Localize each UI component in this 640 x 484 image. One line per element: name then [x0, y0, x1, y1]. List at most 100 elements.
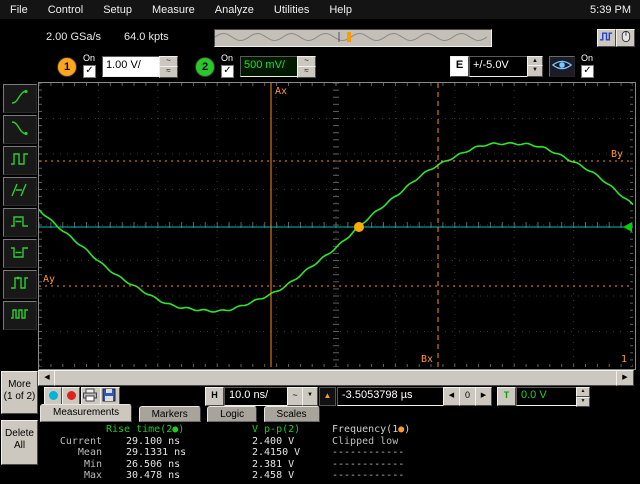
rise-time-header: Rise time(2●)	[106, 424, 185, 435]
menu-setup[interactable]: Setup	[93, 1, 142, 19]
channel2-on-group: On ✓	[221, 54, 234, 78]
acquisition-preview-slider[interactable]	[214, 29, 492, 47]
rise-time-icon	[11, 89, 28, 104]
channel1-scale-field[interactable]: 1.00 V/	[102, 56, 165, 77]
measure-period-button[interactable]	[3, 270, 37, 299]
menu-analyze[interactable]: Analyze	[205, 1, 264, 19]
menu-file[interactable]: File	[0, 1, 38, 19]
eye-icon	[551, 60, 573, 70]
menu-control[interactable]: Control	[38, 1, 93, 19]
scope-display[interactable]: Ax Bx Ay By 1	[38, 82, 636, 370]
pulse-train-icon	[11, 153, 28, 165]
stat-label: Current	[59, 435, 102, 447]
channel1-button[interactable]: 1	[57, 57, 77, 77]
external-trigger-button[interactable]: E	[450, 56, 469, 77]
tab-markers[interactable]: Markers	[138, 406, 201, 422]
level-down-button[interactable]: ▼	[576, 397, 590, 407]
result-tabs: Measurements Markers Logic Scales	[40, 404, 322, 422]
measure-neg-width-button[interactable]	[3, 239, 37, 268]
display-eye-button[interactable]	[549, 56, 575, 77]
rise-time-value: 29.1331 ns	[126, 447, 187, 459]
menu-help[interactable]: Help	[319, 1, 362, 19]
range-down-button[interactable]: ▼	[527, 65, 543, 77]
position-left-button[interactable]: ◀	[443, 387, 460, 406]
vpp-value: 2.381 V	[252, 458, 295, 470]
position-zero-button[interactable]: 0	[459, 387, 476, 406]
period-icon	[11, 276, 28, 289]
channel2-level-marker[interactable]	[623, 222, 632, 232]
measurements-panel: Rise time(2●) V p-p(2) Frequency(1●) Cur…	[38, 422, 640, 484]
trigger-menu-button[interactable]: T	[497, 387, 516, 406]
tab-logic[interactable]: Logic	[207, 406, 258, 422]
horizontal-position-field[interactable]: -3.5053798 µs	[337, 387, 450, 406]
tracking-marker-dot[interactable]	[354, 222, 364, 232]
waveform-mode-button[interactable]	[597, 29, 616, 47]
external-on-group: On ✓	[581, 54, 594, 78]
level-up-button[interactable]: ▲	[576, 387, 590, 397]
square-wave-icon	[599, 32, 613, 41]
control-bar: H 10.0 ns/ ~ ▼ ▲ -3.5053798 µs ◀ 0 ▶ T 0…	[0, 387, 640, 407]
header-spacer	[38, 424, 104, 436]
stat-label: Mean	[77, 447, 102, 459]
memory-depth-label: 64.0 kpts	[124, 31, 169, 43]
measure-pos-width-button[interactable]	[3, 208, 37, 237]
vpp-value: 2.400 V	[252, 435, 295, 447]
frequency-value: ------------	[332, 447, 405, 459]
position-right-button[interactable]: ▶	[475, 387, 492, 406]
external-on-label: On	[581, 53, 594, 63]
delete-all-button[interactable]: Delete All	[1, 420, 38, 465]
external-range-field[interactable]: +/-5.0V	[469, 56, 534, 77]
frequency-header: Frequency(1●)	[332, 424, 411, 435]
marker-by-label: By	[611, 149, 623, 160]
channel2-scale-field[interactable]: 500 mV/	[240, 56, 303, 77]
measure-rise-time-button[interactable]	[3, 84, 37, 113]
stat-label: Min	[83, 458, 102, 470]
menu-utilities[interactable]: Utilities	[264, 1, 319, 19]
preview-waveform	[214, 32, 488, 42]
fall-time-icon	[11, 121, 28, 136]
vpp-value: 2.458 V	[252, 470, 295, 482]
measure-pulse-train-button[interactable]	[3, 146, 37, 175]
trigger-level-field[interactable]: 0.0 V	[516, 387, 583, 406]
measurement-row-current: Current 29.100 ns 2.400 V Clipped low	[38, 436, 640, 448]
scrollbar-thumb[interactable]	[54, 370, 618, 386]
channel2-button[interactable]: 2	[195, 57, 215, 77]
positive-pulse-icon	[11, 216, 28, 227]
pointer-mode-button[interactable]	[616, 29, 635, 47]
acquisition-bar: 2.00 GSa/s 64.0 kpts	[0, 28, 640, 47]
vpp-value: 2.4150 V	[252, 447, 301, 459]
channel2-on-checkbox[interactable]: ✓	[221, 65, 234, 78]
tab-measurements[interactable]: Measurements	[40, 404, 133, 422]
time-reference-button[interactable]: ▲	[319, 387, 336, 406]
rise-time-value: 29.100 ns	[126, 435, 181, 447]
measure-toolbar: More (1 of 2) Delete All	[0, 82, 38, 484]
measurements-header: Rise time(2●) V p-p(2) Frequency(1●)	[38, 424, 640, 436]
measure-fall-time-button[interactable]	[3, 115, 37, 144]
frequency-value: Clipped low	[332, 435, 399, 447]
channel1-on-group: On ✓	[83, 54, 96, 78]
measure-delta-time-button[interactable]	[3, 177, 37, 206]
printer-icon	[83, 388, 97, 402]
measurement-row-min: Min 26.506 ns 2.381 V ------------	[38, 459, 640, 471]
delta-time-icon	[11, 183, 27, 197]
external-on-checkbox[interactable]: ✓	[581, 65, 594, 78]
channel1-on-checkbox[interactable]: ✓	[83, 65, 96, 78]
horizontal-scrollbar: ◀ ▶	[38, 370, 634, 386]
marker-ay-label: Ay	[43, 274, 55, 285]
tab-scales[interactable]: Scales	[263, 406, 320, 422]
measure-frequency-button[interactable]	[3, 301, 37, 330]
stat-label: Max	[83, 470, 102, 482]
frequency-value: ------------	[332, 470, 405, 482]
clock: 5:39 PM	[590, 3, 631, 16]
channel1-coupling-alt-button[interactable]: ≈	[159, 66, 178, 78]
channel1-on-label: On	[83, 53, 96, 63]
delete-all-line2: All	[13, 440, 26, 451]
menu-measure[interactable]: Measure	[142, 1, 205, 19]
scroll-right-button[interactable]: ▶	[616, 370, 634, 386]
trigger-level-spinner: ▲ ▼	[576, 387, 590, 407]
preview-position-marker[interactable]	[347, 32, 351, 42]
channel2-on-label: On	[221, 53, 234, 63]
floppy-disk-icon	[102, 388, 116, 402]
channel2-coupling-alt-button[interactable]: ≈	[297, 66, 316, 78]
frequency-icon	[11, 309, 28, 319]
